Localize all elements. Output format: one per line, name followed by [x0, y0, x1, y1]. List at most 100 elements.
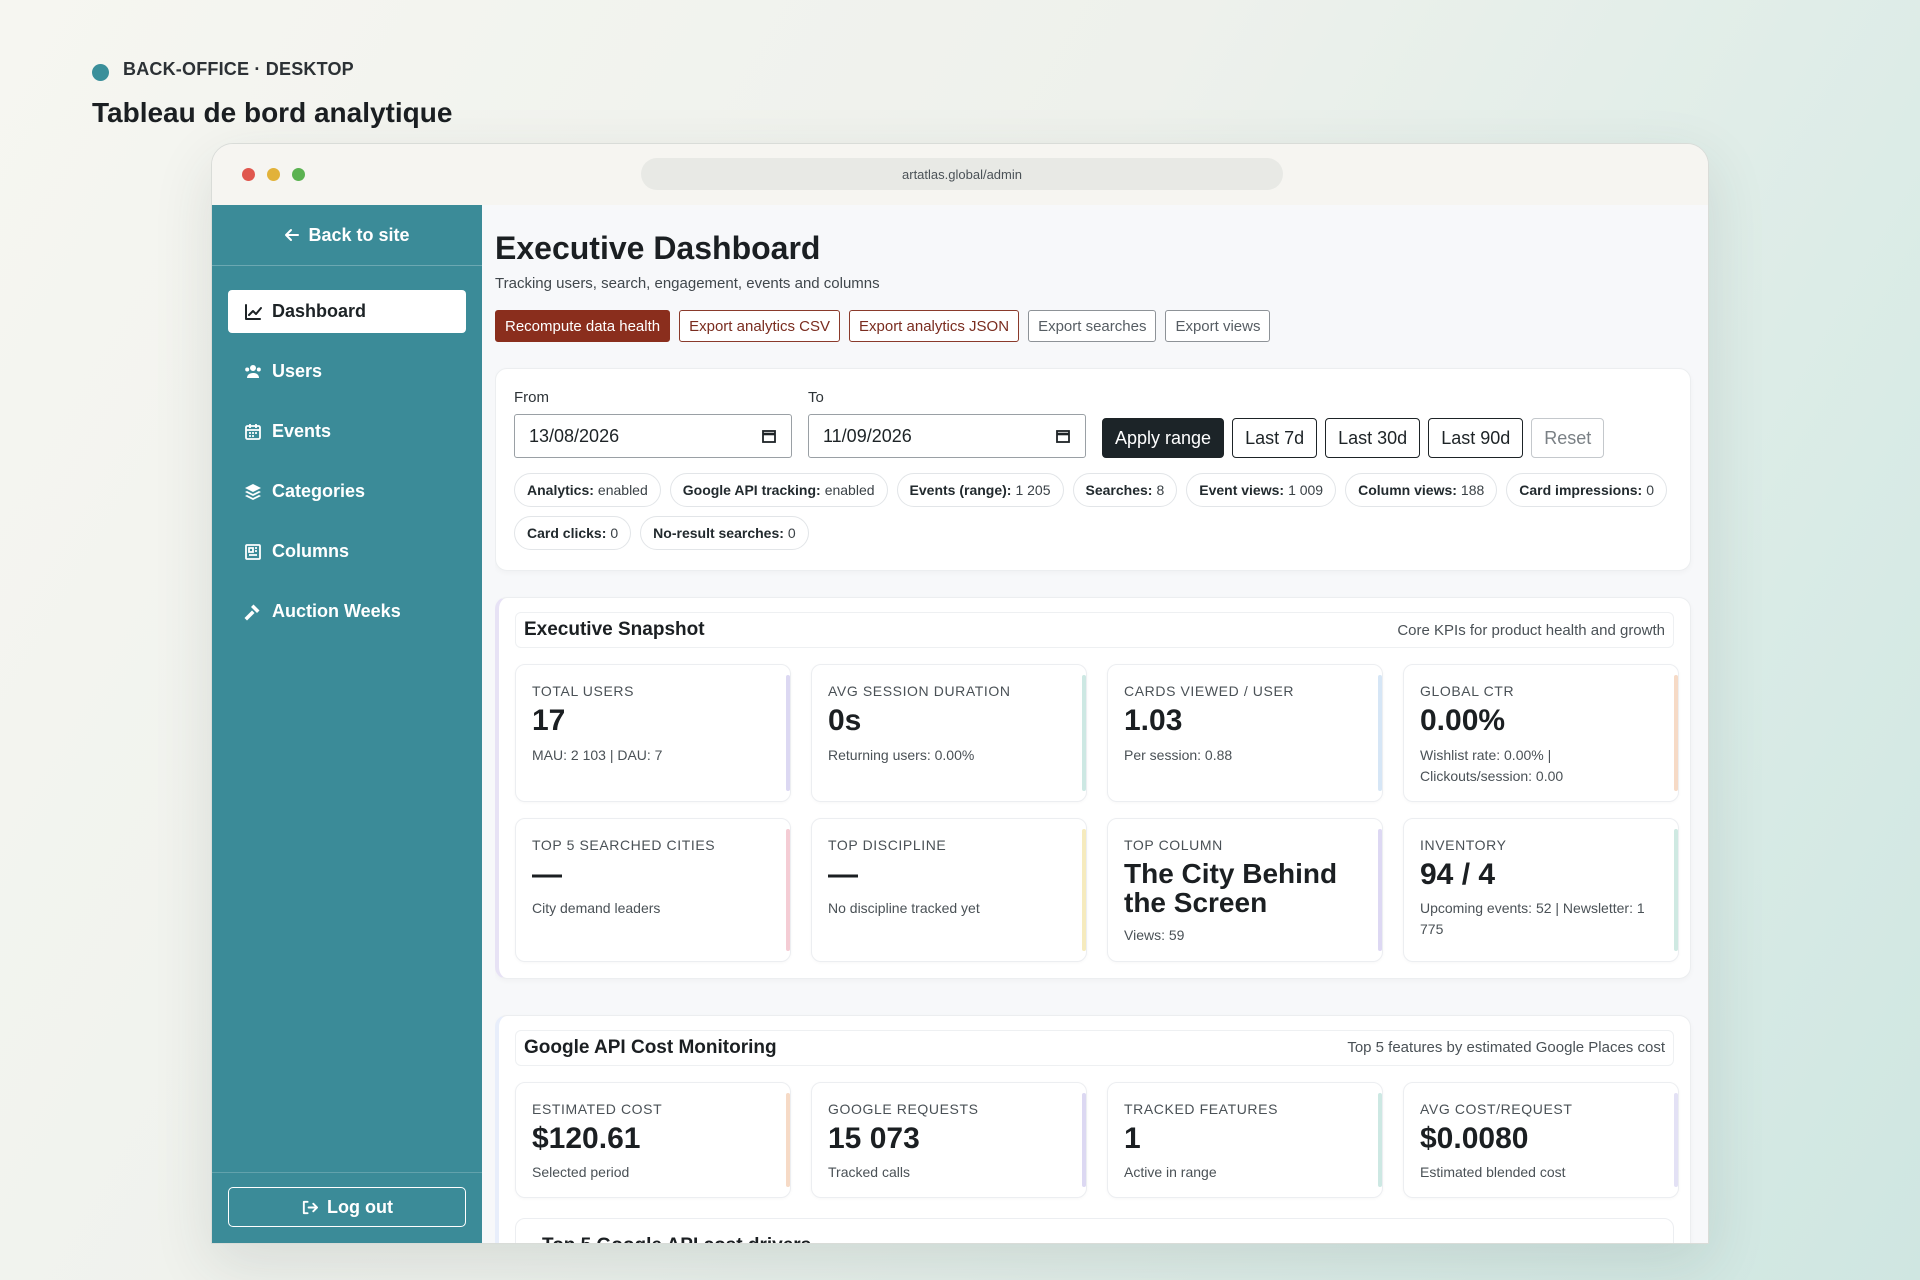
status-chip: Searches: 8 [1072, 473, 1178, 507]
kpi-label: TOTAL USERS [532, 683, 635, 699]
export-searches-button[interactable]: Export searches [1028, 310, 1157, 342]
to-date-input[interactable]: 11/09/2026 [808, 414, 1086, 458]
kpi-subtext: City demand leaders [532, 900, 661, 916]
kpi-grid: TOTAL USERS 17 MAU: 2 103 | DAU: 7 AVG S… [515, 664, 1679, 802]
calendar-picker-icon[interactable] [1055, 428, 1071, 444]
window-controls [242, 168, 305, 181]
chart-line-icon [245, 303, 262, 320]
reset-button[interactable]: Reset [1531, 418, 1605, 458]
arrow-left-icon [285, 229, 300, 241]
close-window-icon[interactable] [242, 168, 255, 181]
kpi-subtext: Upcoming events: 52 | Newsletter: 1 775 [1420, 900, 1645, 937]
kpi-subtext: Selected period [532, 1164, 630, 1180]
main-content: Executive Dashboard Tracking users, sear… [495, 205, 1695, 1243]
sidebar-item-label: Categories [272, 481, 366, 501]
kpi-card-top-discipline: TOP DISCIPLINE — No discipline tracked y… [811, 817, 1087, 962]
back-to-site-label: Back to site [308, 224, 410, 245]
kpi-subtext: Returning users: 0.00% [828, 746, 975, 763]
section-header: Executive Snapshot Core KPIs for product… [515, 612, 1674, 648]
address-bar[interactable]: artatlas.global/admin [641, 158, 1283, 190]
page-header: BACK-OFFICE · DESKTOP Tableau de bord an… [92, 58, 452, 129]
minimize-window-icon[interactable] [267, 168, 280, 181]
status-chips: Analytics: enabled Google API tracking: en… [514, 473, 1674, 550]
last-90d-button[interactable]: Last 90d [1428, 418, 1524, 458]
sidebar-item-label: Columns [272, 541, 350, 561]
back-to-site-link[interactable]: Back to site [212, 205, 482, 266]
kpi-value: 0.00% [1420, 704, 1506, 737]
kpi-label: AVG COST/REQUEST [1420, 1100, 1573, 1117]
calendar-picker-icon[interactable] [761, 428, 777, 444]
kpi-card-top-cities: TOP 5 SEARCHED CITIES — City demand lead… [515, 817, 791, 962]
section-title: Executive Snapshot [524, 619, 705, 640]
kpi-label: GLOBAL CTR [1420, 683, 1515, 699]
status-chip: Google API tracking: enabled [669, 473, 888, 507]
to-date-value: 11/09/2026 [823, 425, 912, 446]
kpi-grid: ESTIMATED COST $120.61 Selected period G… [515, 1081, 1679, 1198]
layers-icon [245, 483, 261, 500]
from-group: From 13/08/2026 [514, 389, 792, 458]
kpi-card-global-ctr: GLOBAL CTR 0.00% Wishlist rate: 0.00% | … [1403, 664, 1679, 802]
kpi-subtext: Active in range [1124, 1164, 1217, 1180]
sidebar-item-events[interactable]: Events [228, 410, 466, 453]
kpi-card-cards-viewed: CARDS VIEWED / USER 1.03 Per session: 0.… [1107, 664, 1383, 802]
recompute-data-health-button[interactable]: Recompute data health [495, 310, 671, 342]
logout-button[interactable]: Log out [228, 1187, 466, 1227]
sidebar-item-columns[interactable]: Columns [228, 530, 466, 573]
address-bar-url: artatlas.global/admin [902, 166, 1022, 182]
last-7d-button[interactable]: Last 7d [1232, 418, 1318, 458]
kpi-card-top-column: TOP COLUMN The City Behind the Screen Vi… [1107, 817, 1383, 962]
kpi-grid: TOP 5 SEARCHED CITIES — City demand lead… [515, 817, 1679, 962]
export-analytics-csv-button[interactable]: Export analytics CSV [679, 310, 840, 342]
logout-icon [302, 1200, 318, 1214]
kpi-label: CARDS VIEWED / USER [1124, 683, 1295, 699]
kpi-value: 1.03 [1124, 704, 1183, 737]
kpi-subtext: No discipline tracked yet [828, 900, 980, 916]
sidebar-item-label: Dashboard [272, 301, 367, 321]
eyebrow-text: BACK-OFFICE · DESKTOP [123, 59, 354, 79]
kpi-value: $120.61 [532, 1121, 641, 1155]
kpi-label: TRACKED FEATURES [1124, 1100, 1279, 1117]
from-label: From [514, 389, 549, 406]
kpi-subtext: MAU: 2 103 | DAU: 7 [532, 746, 663, 763]
logout-label: Log out [327, 1196, 393, 1217]
kpi-subtext: Estimated blended cost [1420, 1164, 1566, 1180]
kpi-label: GOOGLE REQUESTS [828, 1100, 979, 1117]
kpi-value: 1 [1124, 1121, 1141, 1155]
status-chip: Card impressions: 0 [1506, 473, 1667, 507]
sidebar: Back to site Dashboard Users Events Cate… [212, 205, 482, 1243]
kpi-subtext: Per session: 0.88 [1124, 746, 1233, 763]
section-title: Google API Cost Monitoring [524, 1036, 777, 1058]
kpi-subtext: Tracked calls [828, 1164, 910, 1180]
kpi-label: TOP DISCIPLINE [828, 836, 947, 853]
kpi-label: AVG SESSION DURATION [828, 683, 1011, 699]
cost-drivers-card-title: Top 5 Google API cost drivers [515, 1218, 1674, 1243]
action-bar: Recompute data health Export analytics C… [495, 310, 1695, 342]
maximize-window-icon[interactable] [292, 168, 305, 181]
kpi-subtext: Wishlist rate: 0.00% | Clickouts/session… [1420, 746, 1564, 784]
last-30d-button[interactable]: Last 30d [1325, 418, 1421, 458]
google-api-cost-section: Google API Cost Monitoring Top 5 feature… [495, 1014, 1691, 1243]
sidebar-item-categories[interactable]: Categories [228, 470, 466, 513]
export-analytics-json-button[interactable]: Export analytics JSON [849, 310, 1020, 342]
status-chip: Card clicks: 0 [514, 516, 632, 550]
kpi-value: The City Behind the Screen [1124, 857, 1338, 918]
kpi-subtext: Views: 59 [1124, 927, 1185, 944]
status-chip: No-result searches: 0 [640, 516, 809, 550]
kpi-value: 17 [532, 704, 566, 737]
calendar-icon [245, 423, 261, 440]
from-date-input[interactable]: 13/08/2026 [514, 414, 792, 458]
kpi-card-tracked-features: TRACKED FEATURES 1 Active in range [1107, 1081, 1383, 1198]
sidebar-item-users[interactable]: Users [228, 350, 466, 393]
kpi-value: 15 073 [828, 1121, 920, 1155]
export-views-button[interactable]: Export views [1165, 310, 1271, 342]
sidebar-item-auction-weeks[interactable]: Auction Weeks [228, 590, 466, 633]
sidebar-item-label: Users [272, 361, 323, 381]
status-chip: Analytics: enabled [514, 473, 661, 507]
dashboard-title: Executive Dashboard [495, 230, 821, 266]
eyebrow: BACK-OFFICE · DESKTOP [92, 58, 452, 81]
sidebar-item-dashboard[interactable]: Dashboard [228, 290, 466, 333]
apply-range-button[interactable]: Apply range [1102, 418, 1225, 458]
status-dot-icon [92, 64, 109, 81]
kpi-card-estimated-cost: ESTIMATED COST $120.61 Selected period [515, 1081, 791, 1198]
status-chip: Event views: 1 009 [1186, 473, 1337, 507]
